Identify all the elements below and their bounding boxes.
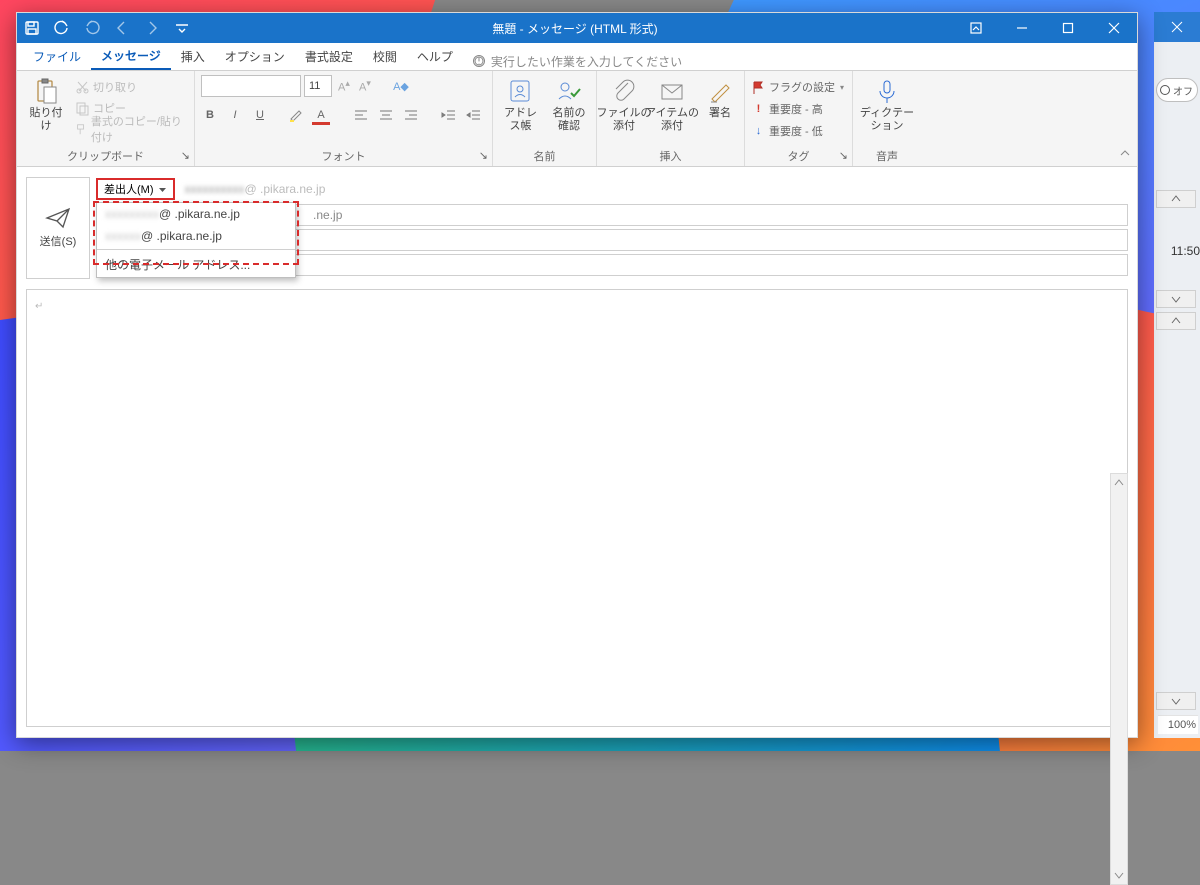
voice-group-label: 音声	[859, 147, 915, 164]
increase-font-icon[interactable]: A▴	[335, 78, 353, 94]
decrease-indent-icon[interactable]	[440, 106, 458, 124]
save-icon[interactable]	[17, 13, 47, 43]
follow-up-button[interactable]: フラグの設定▾	[751, 77, 844, 97]
clipboard-group-label: クリップボード	[67, 151, 144, 163]
font-color-icon[interactable]: A	[312, 106, 330, 124]
dialog-launcher-icon[interactable]: ↘	[479, 149, 488, 162]
message-body[interactable]	[26, 289, 1128, 727]
qa-customize-icon[interactable]	[167, 13, 197, 43]
close-icon[interactable]	[1091, 13, 1137, 43]
tab-review[interactable]: 校閲	[363, 42, 407, 70]
window-title: 無題 - メッセージ (HTML 形式)	[197, 20, 953, 37]
font-size-dropdown[interactable]: 11	[304, 75, 332, 97]
ribbon-display-options-icon[interactable]	[953, 13, 999, 43]
clear-formatting-icon[interactable]: A◆	[392, 80, 410, 93]
tab-format[interactable]: 書式設定	[295, 42, 363, 70]
tab-message[interactable]: メッセージ	[91, 42, 171, 70]
clock-text: 11:50	[1158, 244, 1200, 258]
minimize-icon[interactable]	[999, 13, 1045, 43]
attach-file-button[interactable]: ファイルの 添付	[603, 75, 645, 134]
background-window-right-strip: オフ 11:50 100%	[1154, 12, 1200, 738]
attach-item-button[interactable]: アイテムの 添付	[651, 75, 693, 134]
align-left-icon[interactable]	[352, 106, 370, 124]
scroll-up-button-2[interactable]	[1156, 312, 1196, 330]
from-option-2[interactable]: xxxxxx@ .pikara.ne.jp	[97, 225, 295, 247]
high-importance-button[interactable]: !重要度 - 高	[751, 99, 823, 119]
signature-button[interactable]: 署名	[699, 75, 741, 122]
check-names-button[interactable]: 名前の 確認	[548, 75, 590, 134]
cut-button: 切り取り	[75, 77, 188, 97]
dialog-launcher-icon[interactable]: ↘	[181, 149, 190, 162]
decrease-font-icon[interactable]: A▾	[356, 78, 374, 94]
bold-icon[interactable]: B	[201, 106, 219, 124]
scroll-up-icon[interactable]	[1111, 474, 1127, 492]
tab-help[interactable]: ヘルプ	[407, 42, 463, 70]
compose-message-window: 無題 - メッセージ (HTML 形式) ファイル メッセージ 挿入 オプション…	[16, 12, 1138, 738]
paste-button[interactable]: 貼り付け	[23, 75, 69, 134]
names-group-label: 名前	[499, 147, 590, 164]
undo-icon[interactable]	[47, 13, 77, 43]
send-button[interactable]: 送信(S)	[26, 177, 90, 279]
increase-indent-icon[interactable]	[465, 106, 483, 124]
ribbon-tabs: ファイル メッセージ 挿入 オプション 書式設定 校閲 ヘルプ 実行したい作業を…	[17, 43, 1137, 71]
collapse-ribbon-icon[interactable]	[1119, 147, 1131, 162]
back-icon[interactable]	[107, 13, 137, 43]
from-dropdown-menu: xxxxxxxxx@ .pikara.ne.jp xxxxxx@ .pikara…	[96, 202, 296, 278]
tab-file[interactable]: ファイル	[23, 42, 91, 70]
scroll-down-button[interactable]	[1156, 290, 1196, 308]
address-book-button[interactable]: アドレス帳	[499, 75, 542, 134]
include-group-label: 挿入	[603, 147, 738, 164]
forward-icon[interactable]	[137, 13, 167, 43]
highlight-icon[interactable]	[287, 106, 305, 124]
low-importance-button[interactable]: ↓重要度 - 低	[751, 121, 823, 141]
tags-group-label: タグ	[788, 151, 810, 163]
dictate-button[interactable]: ディクテー ション	[859, 75, 915, 134]
redo-icon[interactable]	[77, 13, 107, 43]
tell-me-search[interactable]: 実行したい作業を入力してください	[473, 53, 682, 70]
align-center-icon[interactable]	[377, 106, 395, 124]
ribbon: 貼り付け 切り取り コピー 書式のコピー/貼り付け クリップボード↘ 11 A▴…	[17, 71, 1137, 167]
from-option-other[interactable]: 他の電子メール アドレス...	[97, 252, 295, 277]
scroll-down-button-2[interactable]	[1156, 692, 1196, 710]
tab-insert[interactable]: 挿入	[171, 42, 215, 70]
italic-icon[interactable]: I	[226, 106, 244, 124]
from-option-1[interactable]: xxxxxxxxx@ .pikara.ne.jp	[97, 203, 295, 225]
font-name-dropdown[interactable]	[201, 75, 301, 97]
tab-options[interactable]: オプション	[215, 42, 295, 70]
body-scrollbar[interactable]	[1110, 473, 1128, 885]
background-window-close[interactable]	[1154, 12, 1200, 42]
from-current-address: xxxxxxxxxx@ .pikara.ne.jp	[185, 182, 326, 196]
format-painter-button: 書式のコピー/貼り付け	[75, 119, 188, 139]
toggle-off-pill[interactable]: オフ	[1156, 78, 1198, 102]
dialog-launcher-icon[interactable]: ↘	[839, 149, 848, 162]
underline-icon[interactable]: U	[251, 106, 269, 124]
font-group-label: フォント	[322, 151, 366, 163]
zoom-level: 100%	[1158, 715, 1198, 734]
scroll-up-button[interactable]	[1156, 190, 1196, 208]
scroll-down-icon[interactable]	[1111, 866, 1127, 884]
from-dropdown-button[interactable]: 差出人(M)	[96, 178, 175, 200]
maximize-icon[interactable]	[1045, 13, 1091, 43]
align-right-icon[interactable]	[402, 106, 420, 124]
